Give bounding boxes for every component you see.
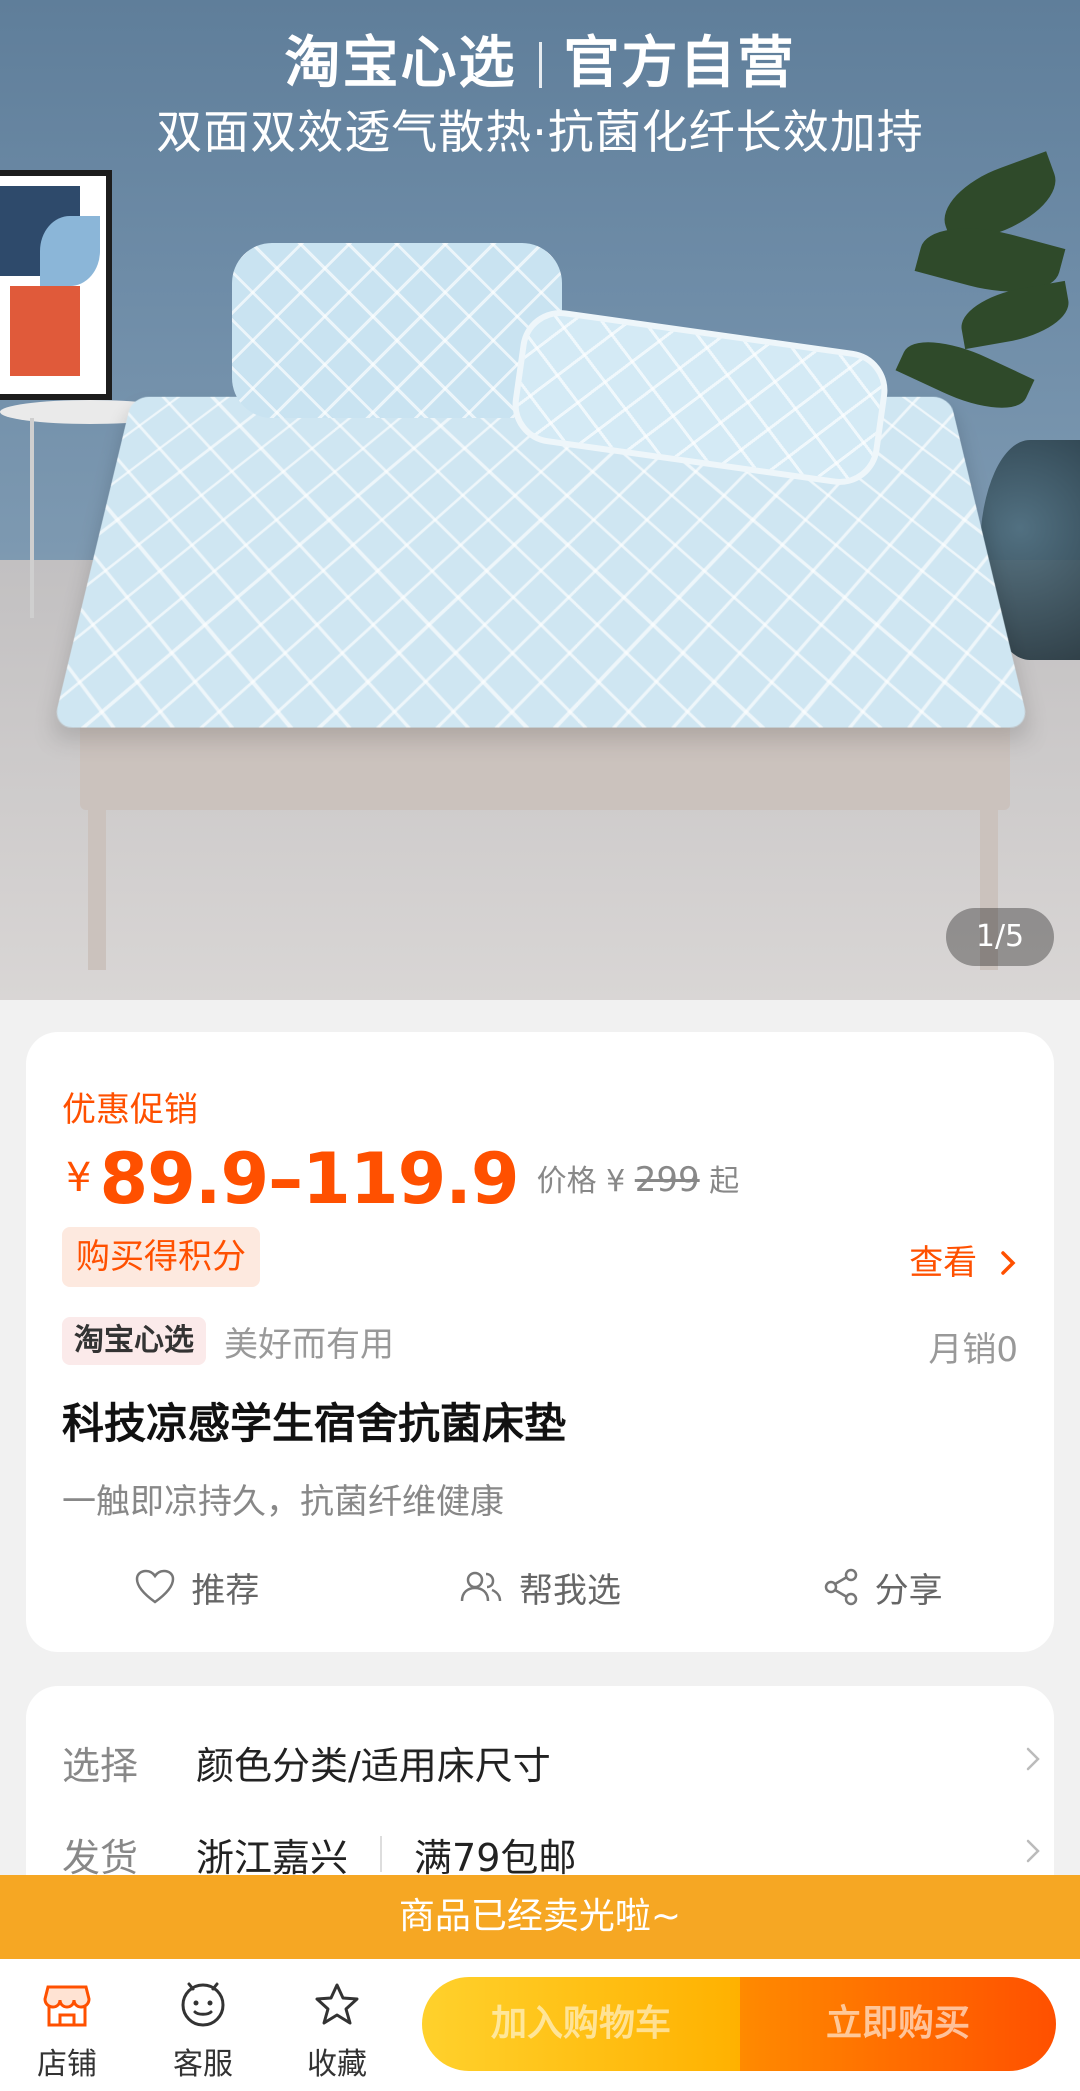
view-link-label: 查看 [909,1243,978,1283]
hero-brand-tag: 官方自营 [563,31,796,96]
hero-brand-divider [538,42,542,88]
star-icon [282,1977,392,2033]
help-me-choose-label: 帮我选 [519,1570,621,1611]
help-me-choose-button[interactable]: 帮我选 [369,1552,712,1622]
product-subtitle: 一触即凉持久，抗菌纤维健康 [62,1482,504,1522]
share-button[interactable]: 分享 [711,1552,1054,1622]
points-badge: 购买得积分 [62,1227,260,1287]
monthly-sales: 月销0 [928,1330,1018,1370]
recommend-label: 推荐 [191,1570,260,1611]
select-key: 选择 [62,1743,139,1788]
brand-logo[interactable]: 淘宝心选 [62,1317,206,1365]
ship-from: 浙江嘉兴 [196,1835,349,1880]
bed-leg [88,800,106,970]
bottom-action-bar: 店铺 客服 收藏 加入购物车 立即购买 [0,1959,1080,2091]
original-price-suffix: 起 [709,1164,740,1199]
tab-favorite[interactable]: 收藏 [282,1977,392,2083]
shipping-key: 发货 [62,1835,139,1880]
select-options-row[interactable]: 选择 颜色分类/适用床尺寸 [62,1732,1042,1792]
purchase-button-group: 加入购物车 立即购买 [422,1977,1056,2071]
tab-store-label: 店铺 [37,2047,97,2082]
original-price: 价格 ¥ 299 起 [536,1160,740,1200]
hero-subtitle: 双面双效透气散热·抗菌化纤长效加持 [156,105,924,159]
hero-brand-title: 淘宝心选 官方自营 [0,18,1080,99]
currency-symbol: ¥ [66,1155,92,1201]
sold-out-banner: 商品已经卖光啦~ [0,1875,1080,1959]
view-points-link[interactable]: 查看 [909,1235,1018,1284]
hero-brand: 淘宝心选 [284,31,517,96]
product-info-card: 优惠促销 ¥89.9–119.9 价格 ¥ 299 起 购买得积分 查看 淘宝心选… [26,1032,1054,1652]
original-price-value: 299 [634,1160,700,1200]
brand-slogan: 美好而有用 [224,1324,394,1365]
chevron-right-icon [1026,1747,1040,1771]
pillow-image [232,243,562,418]
brand-row: 淘宝心选 美好而有用 [62,1316,394,1366]
product-image-carousel[interactable]: 淘宝心选 官方自营 双面双效透气散热·抗菌化纤长效加持 1/5 [0,0,1080,1000]
store-icon [12,1977,122,2033]
original-price-prefix: 价格 ¥ [536,1164,626,1199]
tab-store[interactable]: 店铺 [12,1977,122,2083]
wall-painting-image [0,170,112,400]
tab-customer-service[interactable]: 客服 [148,1977,258,2083]
buy-now-button[interactable]: 立即购买 [740,1977,1056,2071]
tab-favorite-label: 收藏 [307,2047,367,2082]
divider [380,1836,383,1872]
heart-icon [135,1569,175,1605]
chevron-right-icon [1026,1839,1040,1863]
action-row: 推荐 帮我选 分享 [26,1552,1054,1622]
service-icon [148,1977,258,2033]
share-icon [823,1568,859,1606]
mattress-pad-image [52,396,1030,728]
recommend-button[interactable]: 推荐 [26,1552,369,1622]
image-pager-indicator: 1/5 [946,908,1054,966]
select-value: 颜色分类/适用床尺寸 [196,1743,551,1788]
add-to-cart-button[interactable]: 加入购物车 [422,1977,740,2071]
promo-label: 优惠促销 [62,1090,198,1130]
chevron-right-icon [1001,1251,1016,1275]
share-label: 分享 [874,1570,943,1611]
tab-customer-service-label: 客服 [173,2047,233,2082]
people-icon [459,1570,503,1604]
shipping-policy: 满79包邮 [414,1835,577,1880]
price-row: ¥89.9–119.9 价格 ¥ 299 起 [66,1138,739,1220]
price-range: 89.9–119.9 [99,1138,519,1220]
product-title: 科技凉感学生宿舍抗菌床垫 [62,1399,567,1448]
